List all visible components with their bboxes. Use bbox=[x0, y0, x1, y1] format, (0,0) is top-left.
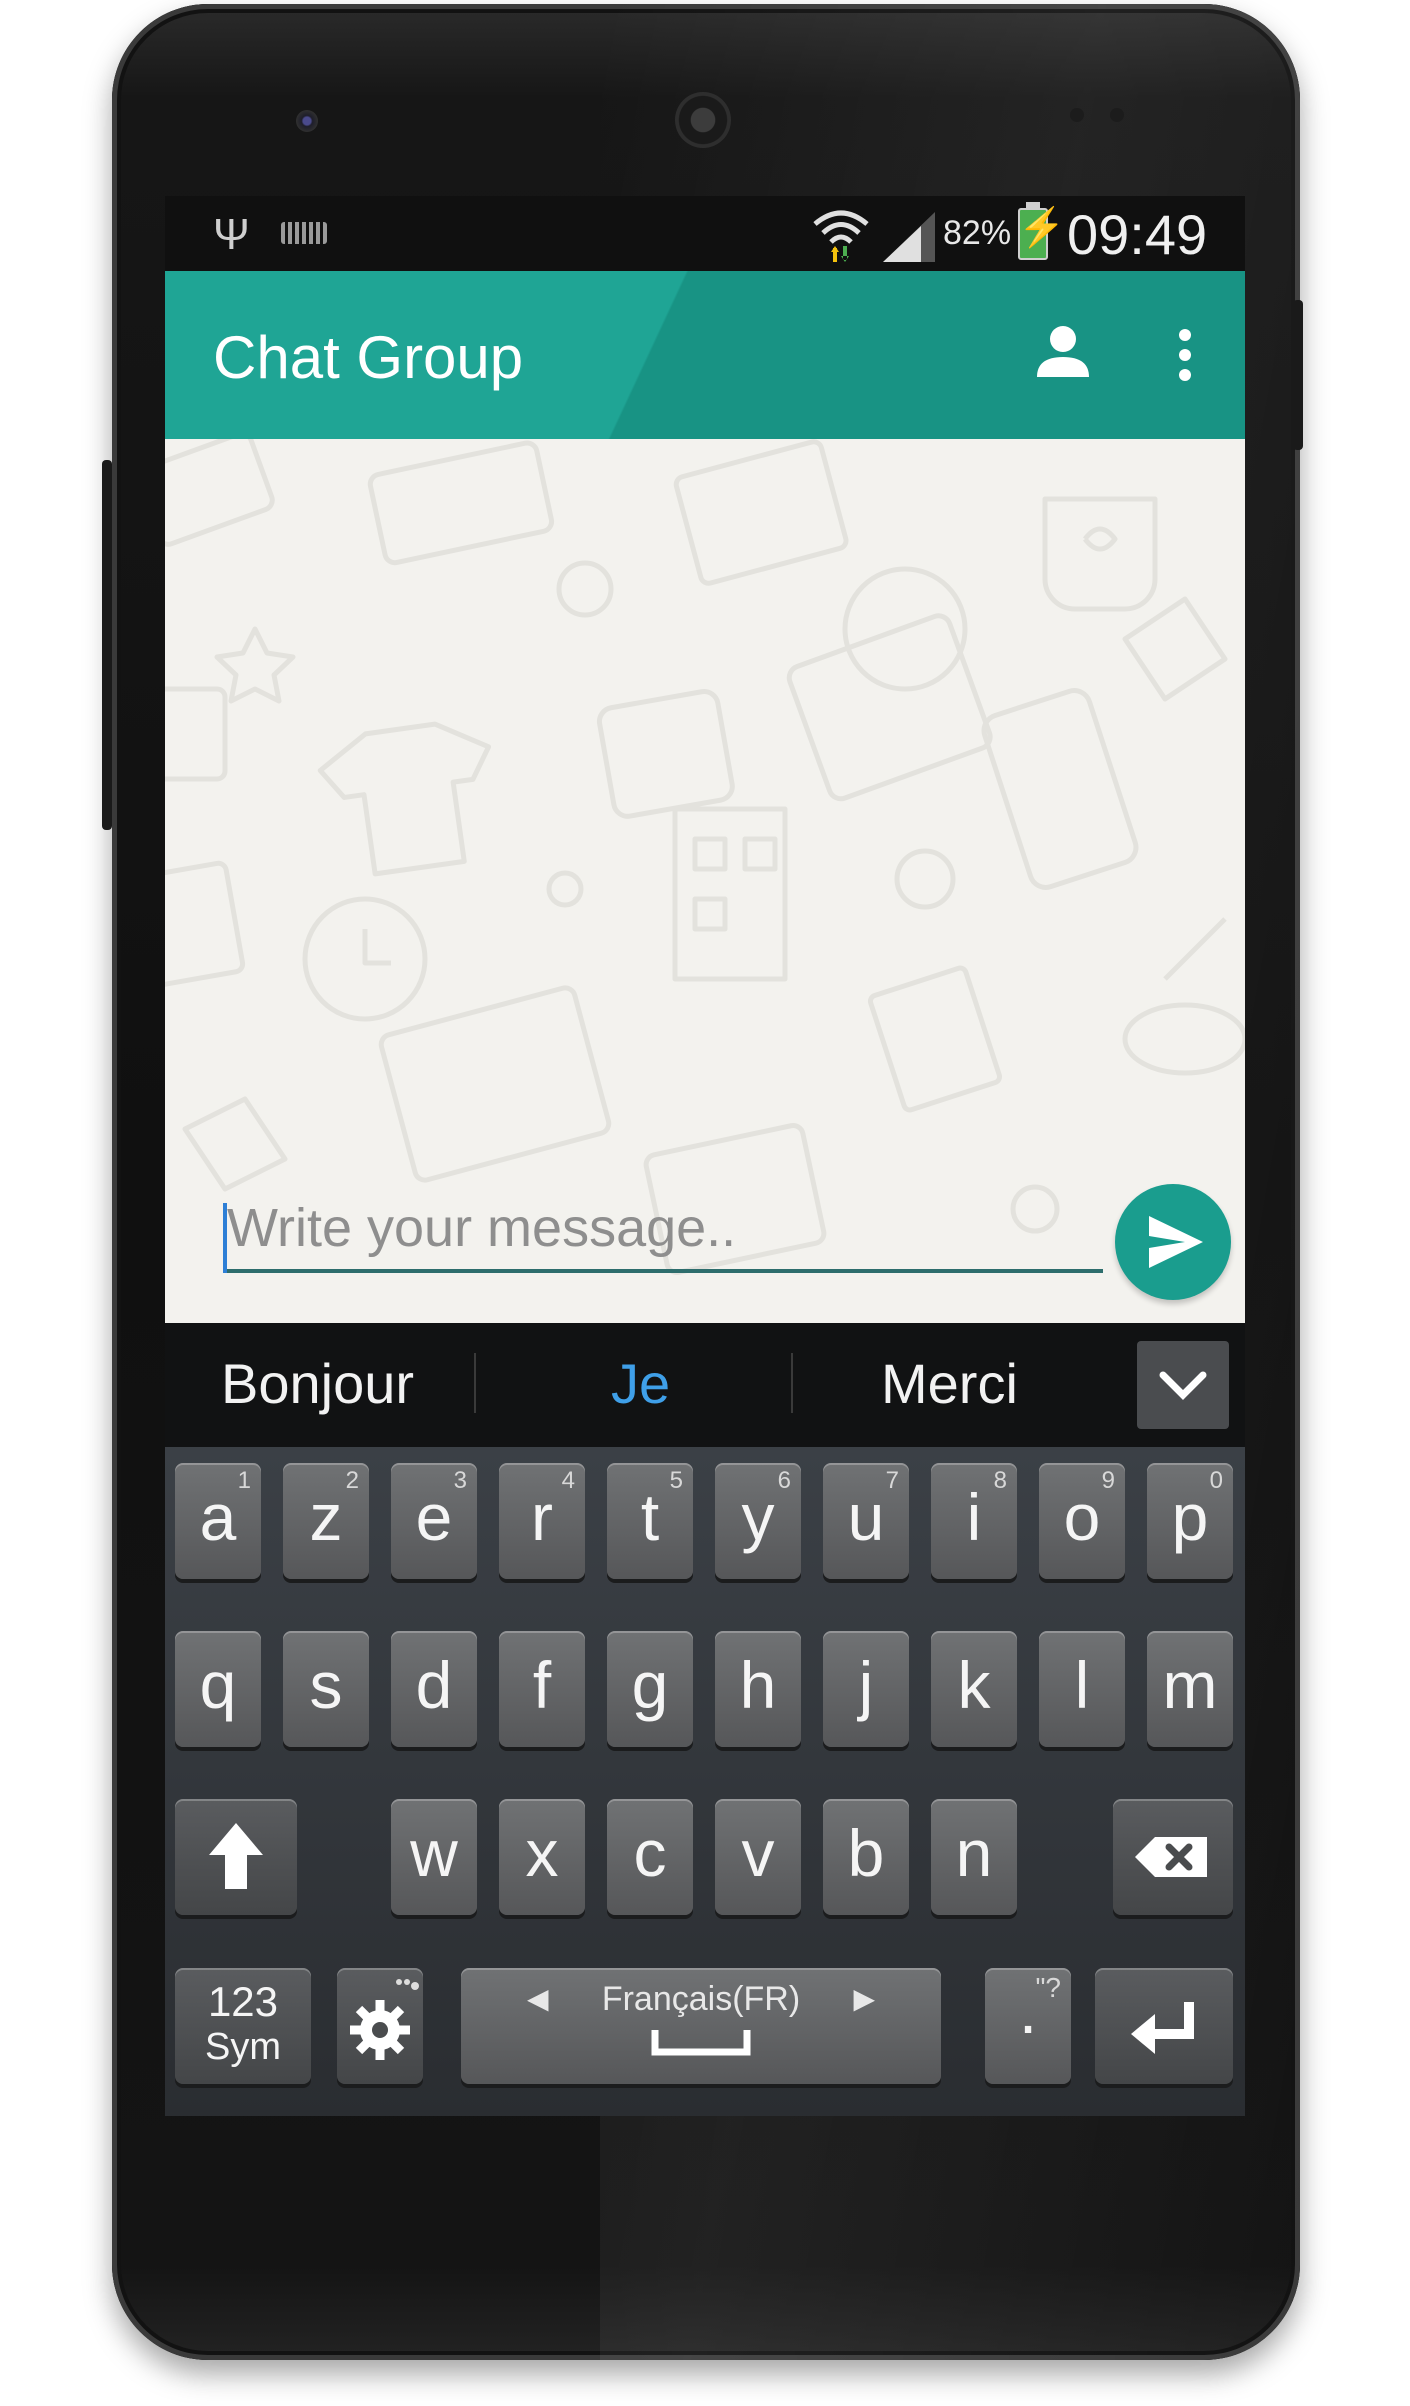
keyboard-icon bbox=[281, 222, 327, 244]
wifi-icon bbox=[813, 210, 869, 262]
key-o[interactable]: 9o bbox=[1039, 1463, 1125, 1579]
battery-percent: 82% bbox=[943, 214, 1012, 252]
key-p[interactable]: 0p bbox=[1147, 1463, 1233, 1579]
backspace-key[interactable] bbox=[1113, 1799, 1233, 1915]
earpiece-speaker bbox=[675, 92, 731, 148]
collapse-suggestions-button[interactable] bbox=[1137, 1341, 1229, 1429]
send-button[interactable] bbox=[1115, 1184, 1231, 1300]
chat-background-pattern bbox=[165, 439, 1245, 1275]
settings-icon bbox=[350, 1979, 419, 2060]
key-i[interactable]: 8i bbox=[931, 1463, 1017, 1579]
signal-icon bbox=[883, 212, 935, 262]
key-j[interactable]: j bbox=[823, 1631, 909, 1747]
light-sensor bbox=[1110, 108, 1124, 122]
key-k[interactable]: k bbox=[931, 1631, 1017, 1747]
suggestion-divider bbox=[474, 1353, 476, 1413]
charging-bolt-icon: ⚡ bbox=[1018, 207, 1066, 249]
front-camera bbox=[296, 110, 318, 132]
key-l[interactable]: l bbox=[1039, 1631, 1125, 1747]
power-button bbox=[1293, 300, 1303, 450]
key-y[interactable]: 6y bbox=[715, 1463, 801, 1579]
key-e[interactable]: 3e bbox=[391, 1463, 477, 1579]
key-t[interactable]: 5t bbox=[607, 1463, 693, 1579]
key-v[interactable]: v bbox=[715, 1799, 801, 1915]
enter-icon bbox=[1131, 2002, 1194, 2054]
person-icon[interactable] bbox=[1035, 323, 1091, 379]
chevron-down-icon bbox=[1159, 1371, 1207, 1400]
key-q[interactable]: q bbox=[175, 1631, 261, 1747]
space-icon bbox=[651, 2030, 751, 2056]
key-w[interactable]: w bbox=[391, 1799, 477, 1915]
suggestion-bonjour[interactable]: Bonjour bbox=[221, 1351, 414, 1416]
suggestion-divider bbox=[791, 1353, 793, 1413]
key-g[interactable]: g bbox=[607, 1631, 693, 1747]
suggestion-bar: Bonjour Je Merci bbox=[165, 1323, 1245, 1447]
text-cursor bbox=[223, 1203, 227, 1273]
proximity-sensor bbox=[1070, 108, 1084, 122]
enter-key[interactable] bbox=[1095, 1968, 1233, 2084]
key-z[interactable]: 2z bbox=[283, 1463, 369, 1579]
key-x[interactable]: x bbox=[499, 1799, 585, 1915]
toolbar-title: Chat Group bbox=[213, 324, 524, 391]
sym-key[interactable]: 123 Sym bbox=[175, 1968, 311, 2084]
message-input[interactable] bbox=[223, 1199, 1103, 1273]
shift-key[interactable] bbox=[175, 1799, 297, 1915]
key-r[interactable]: 4r bbox=[499, 1463, 585, 1579]
more-vert-icon[interactable] bbox=[1177, 327, 1193, 383]
screen: Ψ 82% ⚡ 09:49 Chat Group Write your mess… bbox=[165, 196, 1245, 2116]
usb-icon: Ψ bbox=[213, 210, 250, 259]
key-n[interactable]: n bbox=[931, 1799, 1017, 1915]
key-c[interactable]: c bbox=[607, 1799, 693, 1915]
key-h[interactable]: h bbox=[715, 1631, 801, 1747]
space-key[interactable]: ◀ Français(FR) ▶ bbox=[461, 1968, 941, 2084]
shift-icon bbox=[209, 1823, 263, 1889]
key-d[interactable]: d bbox=[391, 1631, 477, 1747]
suggestion-je[interactable]: Je bbox=[611, 1351, 670, 1416]
key-a[interactable]: 1a bbox=[175, 1463, 261, 1579]
app-toolbar: Chat Group bbox=[165, 271, 1245, 439]
status-bar: Ψ 82% ⚡ 09:49 bbox=[165, 196, 1245, 271]
suggestion-merci[interactable]: Merci bbox=[881, 1351, 1018, 1416]
key-m[interactable]: m bbox=[1147, 1631, 1233, 1747]
chat-area: Write your message.. bbox=[165, 439, 1245, 1323]
volume-button bbox=[102, 460, 112, 830]
settings-key[interactable] bbox=[337, 1968, 423, 2084]
key-u[interactable]: 7u bbox=[823, 1463, 909, 1579]
clock: 09:49 bbox=[1067, 203, 1208, 266]
key-f[interactable]: f bbox=[499, 1631, 585, 1747]
period-key[interactable]: "? . bbox=[985, 1968, 1071, 2084]
backspace-icon bbox=[1135, 1837, 1207, 1877]
key-b[interactable]: b bbox=[823, 1799, 909, 1915]
keyboard: 1a 2z 3e 4r 5t 6y 7u 8i 9o 0p q s d f g … bbox=[165, 1447, 1245, 2116]
send-icon bbox=[1149, 1216, 1203, 1268]
key-s[interactable]: s bbox=[283, 1631, 369, 1747]
